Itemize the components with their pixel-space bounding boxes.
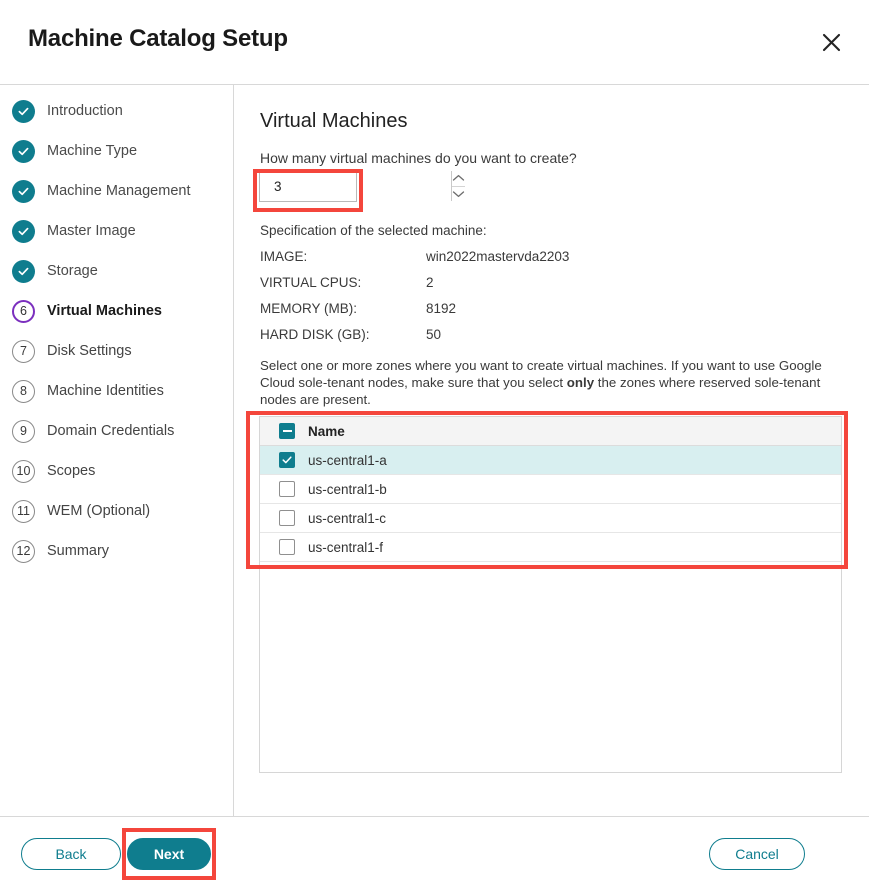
table-row[interactable]: us-central1-c [260, 504, 841, 533]
sidebar-item-label: Storage [47, 263, 98, 279]
zone-name: us-central1-a [308, 452, 387, 468]
spec-value: win2022mastervda2203 [426, 249, 570, 264]
zone-name: us-central1-b [308, 481, 387, 497]
row-checkbox[interactable] [279, 452, 295, 468]
next-button[interactable]: Next [127, 838, 211, 870]
sidebar-item-label: Disk Settings [47, 343, 132, 359]
select-all-checkbox[interactable] [279, 423, 295, 439]
sidebar-item-storage[interactable]: Storage [12, 257, 98, 285]
vm-count-question: How many virtual machines do you want to… [260, 150, 577, 166]
chevron-up-icon[interactable] [452, 171, 465, 187]
spec-label: IMAGE: [260, 249, 308, 264]
table-header-row: Name [260, 417, 841, 446]
table-row[interactable]: us-central1-a [260, 446, 841, 475]
spec-value: 8192 [426, 301, 457, 316]
sidebar-item-label: Machine Management [47, 183, 191, 199]
panel-title: Virtual Machines [260, 110, 408, 132]
sidebar-item-introduction[interactable]: Introduction [12, 97, 123, 125]
cancel-button[interactable]: Cancel [709, 838, 805, 870]
sidebar-item-machine-management[interactable]: Machine Management [12, 177, 190, 205]
wizard-steps-sidebar: Introduction Machine Type Machine Manage… [0, 85, 233, 816]
sidebar-item-label: WEM (Optional) [47, 503, 151, 519]
stepper-buttons [451, 171, 465, 201]
step-number: 8 [12, 379, 35, 403]
sidebar-item-label: Machine Type [47, 143, 138, 159]
close-icon[interactable] [815, 26, 847, 58]
zones-description: Select one or more zones where you want … [260, 357, 840, 408]
zones-table: Name us-central1-a us-central1-b us-cent… [259, 416, 842, 773]
back-button[interactable]: Back [21, 838, 121, 870]
dialog-titlebar: Machine Catalog Setup [0, 0, 869, 84]
sidebar-item-scopes[interactable]: 10 Scopes [12, 457, 95, 485]
zone-name: us-central1-f [308, 539, 384, 555]
sidebar-item-label: Virtual Machines [47, 303, 162, 319]
sidebar-item-label: Domain Credentials [47, 423, 175, 439]
step-number: 9 [12, 419, 35, 443]
step-number: 11 [12, 499, 35, 523]
minus-icon [282, 430, 292, 432]
vm-count-input[interactable] [260, 171, 451, 201]
sidebar-item-machine-identities[interactable]: 8 Machine Identities [12, 377, 164, 405]
zones-description-emphasis: only [566, 375, 595, 390]
sidebar-item-label: Machine Identities [47, 383, 164, 399]
sidebar-item-label: Master Image [47, 223, 136, 239]
table-row[interactable]: us-central1-f [260, 533, 841, 562]
sidebar-item-label: Introduction [47, 103, 123, 119]
sidebar-item-machine-type[interactable]: Machine Type [12, 137, 137, 165]
spec-label: HARD DISK (GB): [260, 327, 370, 342]
step-number: 7 [12, 339, 35, 363]
page-title: Machine Catalog Setup [28, 25, 288, 52]
chevron-down-icon[interactable] [452, 187, 465, 202]
sidebar-item-label: Scopes [47, 463, 96, 479]
check-icon [12, 259, 35, 283]
check-icon [12, 139, 35, 163]
step-number: 6 [12, 299, 35, 323]
row-checkbox[interactable] [279, 481, 295, 497]
vm-count-stepper[interactable] [259, 170, 465, 202]
spec-label: MEMORY (MB): [260, 301, 358, 316]
sidebar-item-domain-credentials[interactable]: 9 Domain Credentials [12, 417, 174, 445]
spec-heading: Specification of the selected machine: [260, 223, 487, 238]
sidebar-item-virtual-machines[interactable]: 6 Virtual Machines [12, 297, 162, 325]
spec-label: VIRTUAL CPUS: [260, 275, 362, 290]
sidebar-item-disk-settings[interactable]: 7 Disk Settings [12, 337, 132, 365]
main-content: Virtual Machines How many virtual machin… [234, 85, 869, 816]
sidebar-item-wem-optional[interactable]: 11 WEM (Optional) [12, 497, 150, 525]
check-icon [12, 99, 35, 123]
sidebar-item-label: Summary [47, 543, 110, 559]
zone-name: us-central1-c [308, 510, 387, 526]
step-number: 10 [12, 459, 35, 483]
sidebar-item-summary[interactable]: 12 Summary [12, 537, 109, 565]
spec-value: 2 [426, 275, 434, 290]
check-icon [12, 219, 35, 243]
machine-catalog-setup-dialog: Machine Catalog Setup Introduction Machi… [0, 0, 869, 888]
spec-value: 50 [426, 327, 442, 342]
row-checkbox[interactable] [279, 510, 295, 526]
step-number: 12 [12, 539, 35, 563]
table-row[interactable]: us-central1-b [260, 475, 841, 504]
row-checkbox[interactable] [279, 539, 295, 555]
check-icon [12, 179, 35, 203]
sidebar-item-master-image[interactable]: Master Image [12, 217, 136, 245]
column-header-name: Name [308, 423, 345, 439]
